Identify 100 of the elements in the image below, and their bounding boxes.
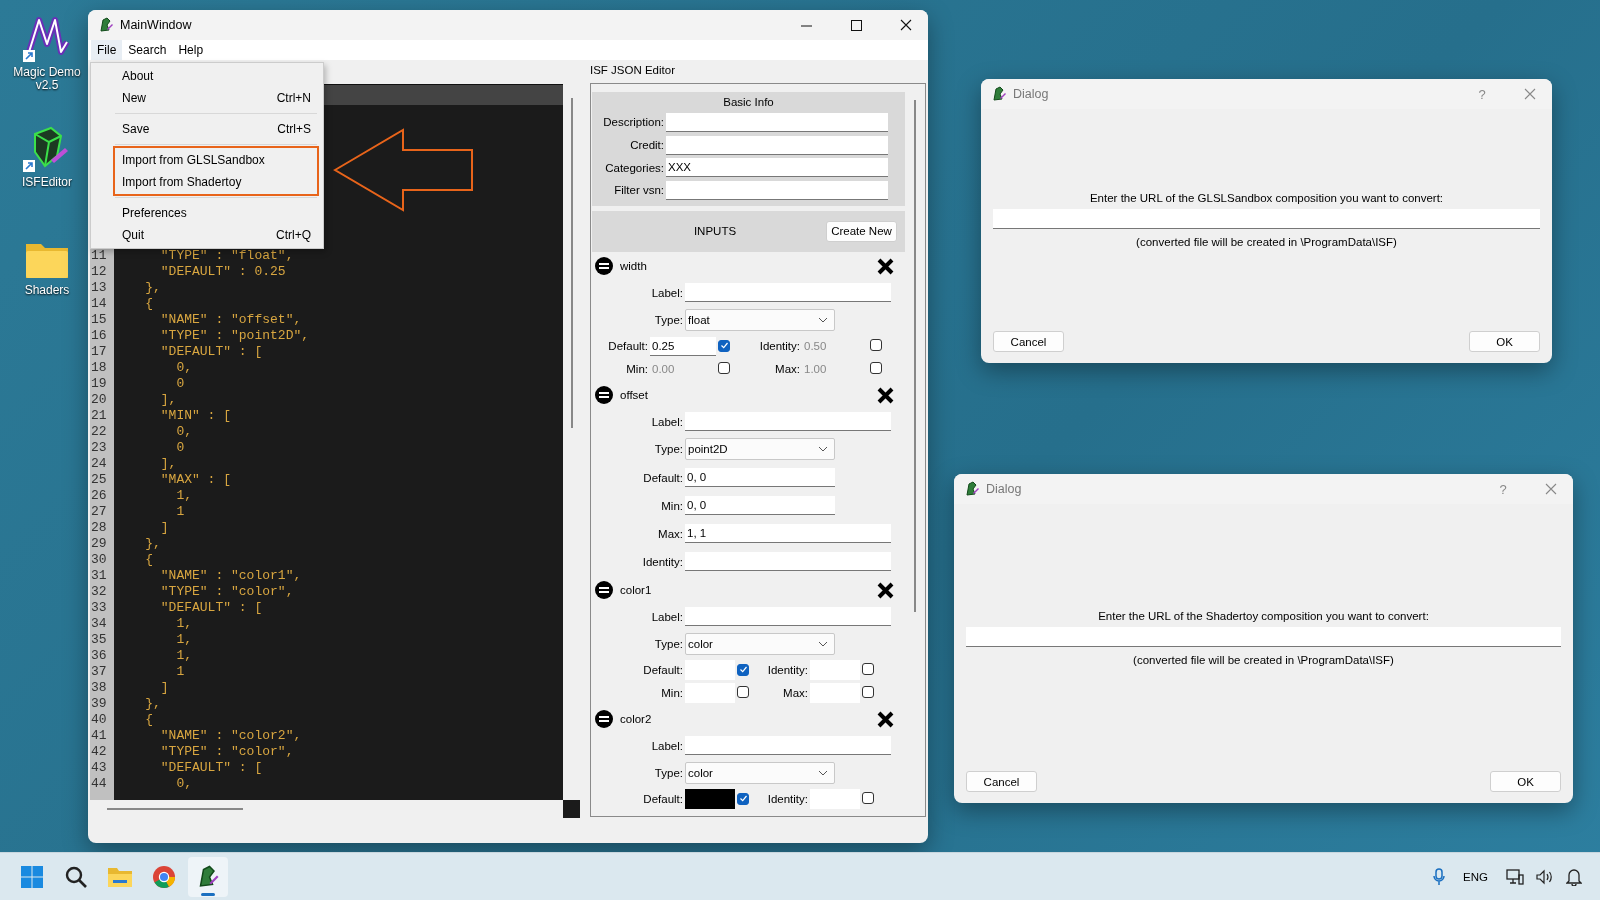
input-field[interactable] [685, 552, 891, 572]
cancel-button[interactable]: Cancel [966, 771, 1037, 792]
field-label: Default: [607, 340, 648, 353]
line-number: 14 [90, 296, 108, 312]
window-title: MainWindow [120, 18, 193, 32]
start-icon[interactable] [20, 864, 44, 889]
menu-item[interactable]: Save Ctrl+S [115, 118, 317, 140]
drag-handle-icon[interactable] [595, 257, 613, 276]
menu-item[interactable]: Import from Shadertoy [115, 171, 317, 193]
line-number: 17 [90, 344, 108, 360]
drag-handle-icon[interactable] [595, 581, 613, 600]
desktop-icon-label[interactable]: Shaders [12, 284, 82, 297]
ok-button[interactable]: OK [1490, 771, 1561, 792]
checkbox[interactable] [862, 685, 874, 698]
checkbox[interactable] [862, 791, 874, 804]
input-field[interactable]: 0, 0 [685, 496, 835, 516]
type-dropdown[interactable]: color [685, 632, 835, 655]
section-heading: Basic Info [722, 95, 775, 110]
prompt-text: Enter the URL of the Shadertoy composition you want to convert: [1097, 608, 1430, 624]
section-heading: INPUTS [692, 225, 738, 238]
network-icon[interactable] [1506, 868, 1524, 885]
code-line: ] [159, 520, 170, 536]
line-number: 31 [90, 568, 108, 584]
delete-icon[interactable] [877, 581, 894, 599]
code-line: "DEFAULT" : 0.25 [159, 264, 287, 280]
line-number: 36 [90, 648, 108, 664]
type-dropdown[interactable]: color [685, 761, 835, 784]
field-label: Categories: [604, 161, 664, 174]
field-label: Identity: [766, 664, 808, 677]
search-icon[interactable] [64, 864, 88, 889]
input-field[interactable] [666, 180, 888, 200]
create-new-button[interactable]: Create New [826, 220, 897, 242]
ok-button[interactable]: OK [1469, 331, 1540, 352]
bell-icon[interactable] [1566, 867, 1582, 886]
input-field[interactable] [685, 412, 891, 432]
field-label: Default: [642, 471, 683, 484]
code-line: "DEFAULT" : [ [159, 344, 264, 360]
code-line: "TYPE" : "point2D", [159, 328, 311, 344]
menu-item[interactable]: About [115, 65, 317, 87]
checkbox[interactable] [718, 339, 730, 352]
taskbar-button[interactable] [188, 856, 228, 897]
input-field[interactable] [685, 607, 891, 627]
color-swatch[interactable] [685, 789, 735, 810]
desktop-icon-label[interactable]: Magic Demo v2.5 [12, 66, 82, 92]
cancel-button[interactable]: Cancel [993, 331, 1064, 352]
delete-icon[interactable] [877, 710, 894, 728]
app-icon [991, 86, 1007, 102]
desktop-icon-label[interactable]: ISFEditor [12, 176, 82, 189]
delete-icon[interactable] [877, 257, 894, 275]
value-text: 0.50 [803, 340, 828, 353]
menu-item[interactable]: Import from GLSLSandbox [115, 149, 317, 171]
line-number: 42 [90, 744, 108, 760]
language-indicator[interactable]: ENG [1463, 870, 1488, 883]
checkbox[interactable] [862, 662, 874, 675]
input-field[interactable]: 0, 0 [685, 468, 835, 488]
checkbox[interactable] [737, 685, 749, 698]
delete-icon[interactable] [877, 386, 894, 404]
menu-bar-item[interactable]: Help [172, 40, 210, 60]
field-label: Type: [653, 313, 683, 326]
close-icon [1524, 88, 1536, 100]
line-number: 32 [90, 584, 108, 600]
input-field[interactable]: 0.25 [650, 336, 716, 356]
checkbox[interactable] [870, 361, 882, 374]
line-number: 28 [90, 520, 108, 536]
input-field[interactable] [666, 135, 888, 155]
volume-icon[interactable] [1536, 868, 1554, 885]
code-line: 1 [175, 504, 186, 520]
shortcut-label: Ctrl+N [276, 91, 311, 105]
shortcut-label: Ctrl+Q [276, 228, 311, 242]
input-field[interactable] [666, 112, 888, 132]
checkbox[interactable] [870, 338, 882, 351]
url-field[interactable] [966, 626, 1561, 647]
menu-item[interactable]: Quit Ctrl+Q [115, 224, 317, 246]
input-field[interactable] [685, 736, 891, 756]
drag-handle-icon[interactable] [595, 386, 613, 405]
input-field[interactable]: 1, 1 [685, 524, 891, 544]
field-label: Type: [653, 637, 683, 650]
close-icon [1545, 483, 1557, 495]
shortcut-label: Ctrl+S [277, 122, 311, 136]
field-label: Label: [650, 286, 683, 299]
checkbox[interactable] [737, 663, 749, 676]
checkbox[interactable] [718, 361, 730, 374]
close-icon [900, 19, 912, 31]
field-label: Identity: [766, 793, 808, 806]
url-field[interactable] [993, 209, 1540, 229]
menu-bar-item[interactable]: File [91, 40, 123, 60]
menu-bar-item[interactable]: Search [122, 40, 173, 60]
input-field[interactable]: XXX [666, 158, 888, 178]
menu-item[interactable]: New Ctrl+N [115, 87, 317, 109]
input-field[interactable] [685, 283, 891, 303]
browser-icon[interactable] [152, 864, 176, 889]
type-dropdown[interactable]: point2D [685, 437, 835, 460]
line-number: 26 [90, 488, 108, 504]
microphone-icon[interactable] [1433, 867, 1446, 886]
field-label: Max: [657, 527, 683, 540]
menu-item[interactable]: Preferences [115, 202, 317, 224]
type-dropdown[interactable]: float [685, 308, 835, 331]
folder-icon[interactable] [107, 865, 133, 888]
drag-handle-icon[interactable] [595, 710, 613, 729]
checkbox[interactable] [737, 792, 749, 805]
